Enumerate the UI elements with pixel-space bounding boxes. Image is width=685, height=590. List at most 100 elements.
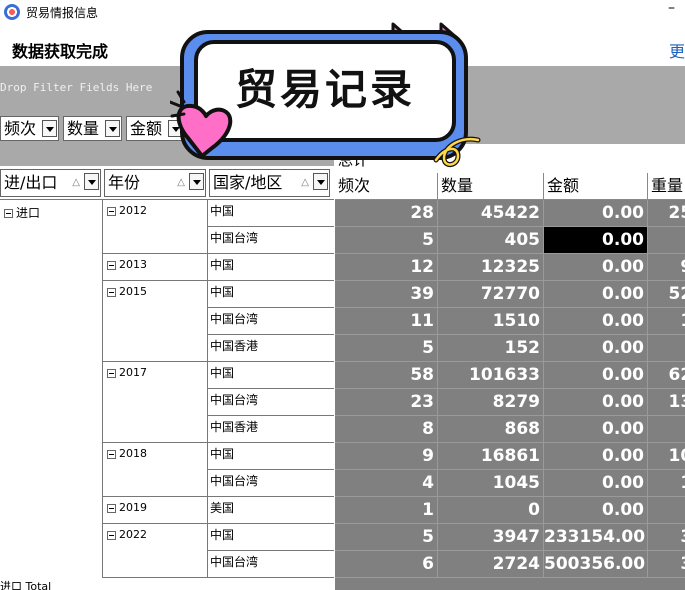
collapse-icon[interactable] xyxy=(107,449,116,459)
country-cell[interactable]: 中国 xyxy=(208,362,334,389)
cell-weight[interactable]: 526 xyxy=(648,281,685,308)
country-cell[interactable]: 中国 xyxy=(208,281,334,308)
cell-amount[interactable]: 500356.00 xyxy=(544,551,648,578)
minimize-button[interactable]: – xyxy=(668,0,675,16)
cell-amount[interactable]: 0.00 xyxy=(544,470,648,497)
row-field-direction[interactable]: 进/出口 △ xyxy=(0,169,101,197)
cell-frequency[interactable]: 1 xyxy=(335,497,438,524)
country-cell[interactable]: 中国台湾 xyxy=(208,227,334,254)
collapse-icon[interactable] xyxy=(107,368,116,378)
cell-quantity[interactable]: 3947 xyxy=(438,524,544,551)
cell-weight[interactable]: 133 xyxy=(648,389,685,416)
cell-quantity[interactable]: 72770 xyxy=(438,281,544,308)
country-cell[interactable]: 中国 xyxy=(208,443,334,470)
year-cell[interactable]: 2017 xyxy=(103,362,208,443)
country-cell[interactable]: 中国 xyxy=(208,524,334,551)
cell-frequency[interactable]: 39 xyxy=(335,281,438,308)
country-cell[interactable]: 中国台湾 xyxy=(208,551,334,578)
cell-frequency[interactable]: 23 xyxy=(335,389,438,416)
column-header-weight[interactable]: 重量 xyxy=(648,173,685,200)
cell-quantity[interactable]: 45422 xyxy=(438,200,544,227)
table-row: 12123250.0098 xyxy=(335,254,685,281)
cell-weight[interactable]: 37 xyxy=(648,551,685,578)
cell-quantity[interactable]: 2724 xyxy=(438,551,544,578)
cell-quantity[interactable]: 405 xyxy=(438,227,544,254)
collapse-icon[interactable] xyxy=(107,530,116,540)
column-header-amount[interactable]: 金额 xyxy=(544,173,648,200)
cell-weight[interactable]: 1 xyxy=(648,335,685,362)
country-cell[interactable]: 美国 xyxy=(208,497,334,524)
cell-quantity[interactable]: 101633 xyxy=(438,362,544,389)
cell-quantity[interactable]: 152 xyxy=(438,335,544,362)
country-cell[interactable]: 中国香港 xyxy=(208,416,334,443)
cell-frequency[interactable]: 28 xyxy=(335,200,438,227)
collapse-icon[interactable] xyxy=(107,503,116,513)
cell-weight[interactable]: 14 xyxy=(648,308,685,335)
year-label-group: 2018 xyxy=(103,447,147,460)
cell-frequency[interactable]: 8 xyxy=(335,416,438,443)
country-cell[interactable]: 中国 xyxy=(208,200,334,227)
cell-amount[interactable]: 0.00 xyxy=(544,335,648,362)
year-cell[interactable]: 2015 xyxy=(103,281,208,362)
cell-quantity[interactable]: 1045 xyxy=(438,470,544,497)
cell-weight[interactable]: 106 xyxy=(648,443,685,470)
cell-amount[interactable]: 0.00 xyxy=(544,281,648,308)
direction-cell[interactable]: 进口 xyxy=(0,204,40,221)
cell-frequency[interactable]: 5 xyxy=(335,335,438,362)
cell-weight[interactable]: 98 xyxy=(648,254,685,281)
table-row: 2382790.00133 xyxy=(335,389,685,416)
cell-weight[interactable]: 253 xyxy=(648,200,685,227)
year-cell[interactable]: 2013 xyxy=(103,254,208,281)
year-cell[interactable]: 2012 xyxy=(103,200,208,254)
cell-weight[interactable]: 5 xyxy=(648,227,685,254)
cell-quantity[interactable]: 0 xyxy=(438,497,544,524)
more-link[interactable]: 更 xyxy=(669,38,685,62)
dropdown-arrow-icon[interactable] xyxy=(105,120,120,137)
cell-weight[interactable] xyxy=(648,497,685,524)
cell-weight[interactable]: 7 xyxy=(648,416,685,443)
cell-frequency[interactable]: 6 xyxy=(335,551,438,578)
year-cell[interactable]: 2018 xyxy=(103,443,208,497)
cell-amount[interactable]: 233154.00 xyxy=(544,524,648,551)
cell-weight[interactable]: 628 xyxy=(648,362,685,389)
cell-amount[interactable]: 0.00 xyxy=(544,308,648,335)
cell-weight[interactable]: 34 xyxy=(648,524,685,551)
cell-quantity[interactable]: 16861 xyxy=(438,443,544,470)
cell-frequency[interactable]: 5 xyxy=(335,524,438,551)
dropdown-arrow-icon[interactable] xyxy=(42,120,57,137)
cell-amount[interactable]: 0.00 xyxy=(544,362,648,389)
cell-frequency[interactable]: 12 xyxy=(335,254,438,281)
cell-amount[interactable]: 0.00 xyxy=(544,254,648,281)
collapse-icon[interactable] xyxy=(107,206,116,216)
collapse-icon[interactable] xyxy=(107,287,116,297)
country-cell[interactable]: 中国台湾 xyxy=(208,389,334,416)
cell-quantity[interactable]: 12325 xyxy=(438,254,544,281)
cell-amount[interactable]: 0.00 xyxy=(544,227,648,254)
cell-frequency[interactable]: 9 xyxy=(335,443,438,470)
cell-amount[interactable]: 0.00 xyxy=(544,416,648,443)
dropdown-arrow-icon[interactable] xyxy=(84,173,99,190)
cell-frequency[interactable]: 11 xyxy=(335,308,438,335)
year-cell[interactable]: 2019 xyxy=(103,497,208,524)
data-field-quantity[interactable]: 数量 xyxy=(63,116,122,141)
cell-amount[interactable]: 0.00 xyxy=(544,389,648,416)
sort-icon[interactable]: △ xyxy=(72,170,80,196)
cell-amount[interactable]: 0.00 xyxy=(544,200,648,227)
cell-frequency[interactable]: 58 xyxy=(335,362,438,389)
cell-frequency[interactable]: 5 xyxy=(335,227,438,254)
country-cell[interactable]: 中国香港 xyxy=(208,335,334,362)
data-field-frequency[interactable]: 频次 xyxy=(0,116,59,141)
country-cell[interactable]: 中国台湾 xyxy=(208,308,334,335)
cell-quantity[interactable]: 1510 xyxy=(438,308,544,335)
cell-amount[interactable]: 0.00 xyxy=(544,497,648,524)
cell-quantity[interactable]: 8279 xyxy=(438,389,544,416)
cell-weight[interactable]: 11 xyxy=(648,470,685,497)
collapse-icon[interactable] xyxy=(107,260,116,270)
cell-amount[interactable]: 0.00 xyxy=(544,443,648,470)
collapse-icon[interactable] xyxy=(4,209,13,218)
country-cell[interactable]: 中国台湾 xyxy=(208,470,334,497)
country-cell[interactable]: 中国 xyxy=(208,254,334,281)
cell-quantity[interactable]: 868 xyxy=(438,416,544,443)
year-cell[interactable]: 2022 xyxy=(103,524,208,578)
cell-frequency[interactable]: 4 xyxy=(335,470,438,497)
